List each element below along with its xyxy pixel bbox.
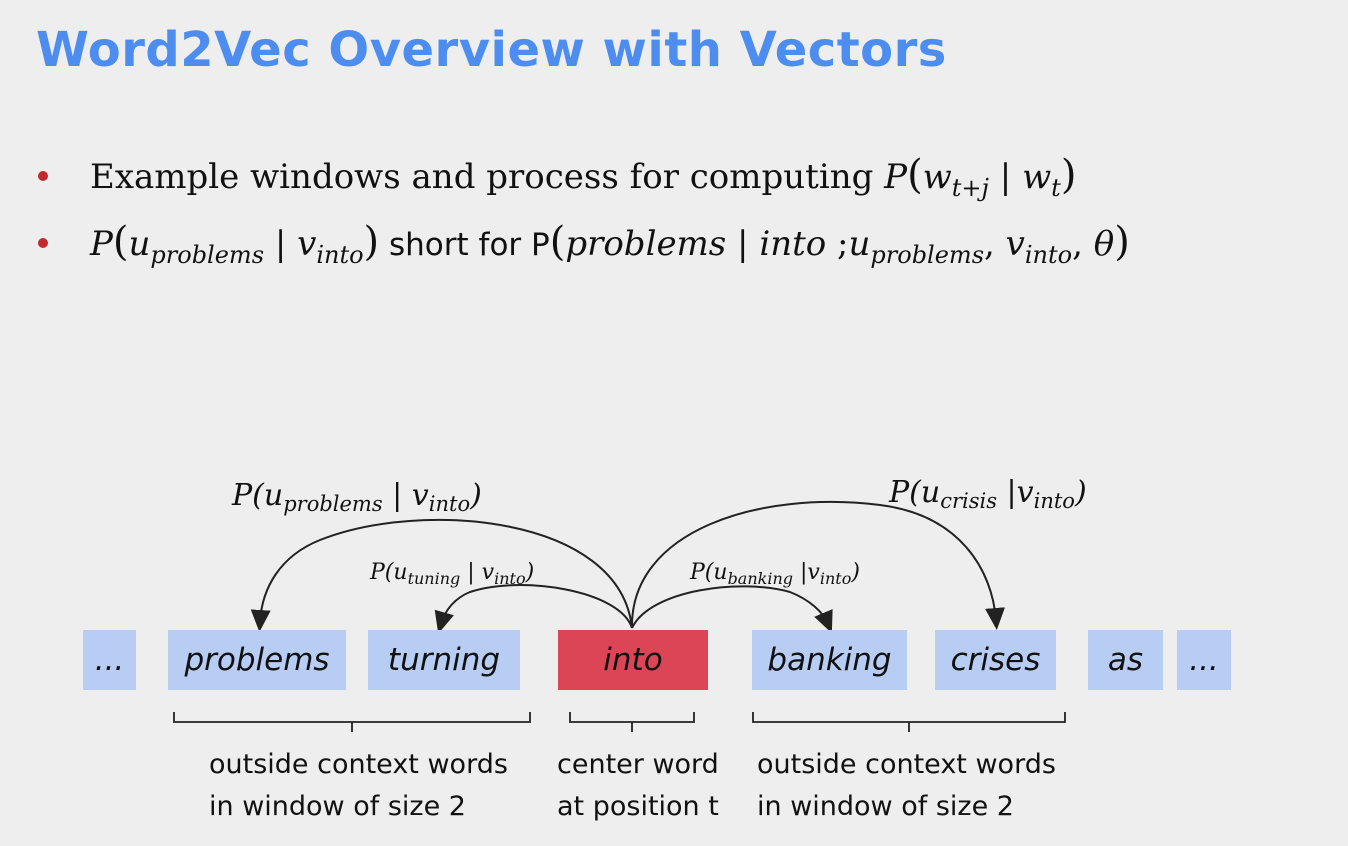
arc-label-problems: P(uproblems | vinto): [232, 478, 482, 516]
brace-left: [173, 712, 531, 732]
label-left-context: outside context words in window of size 2: [209, 749, 508, 822]
arc-label-tuning: P(utuning | vinto): [370, 560, 535, 588]
word-box-as: as: [1088, 630, 1163, 690]
arc-label-crisis: P(ucrisis |vinto): [889, 475, 1087, 513]
word-box-crises: crises: [935, 630, 1056, 690]
word-box-ellipsis-right: ...: [1177, 630, 1231, 690]
word-box-ellipsis-left: ...: [83, 630, 136, 690]
arc-turning: [434, 584, 633, 634]
label-center-word: center word at position t: [557, 749, 719, 822]
arc-label-banking: P(ubanking |vinto): [690, 560, 860, 588]
brace-right: [752, 712, 1066, 732]
arc-banking: [631, 585, 833, 634]
word-box-into-center: into: [558, 630, 708, 690]
word-box-problems: problems: [168, 630, 346, 690]
word-box-banking: banking: [752, 630, 907, 690]
label-right-context: outside context words in window of size 2: [757, 749, 1056, 822]
diagram-arcs: [173, 501, 1066, 732]
brace-center: [569, 712, 695, 732]
word-box-turning: turning: [368, 630, 520, 690]
